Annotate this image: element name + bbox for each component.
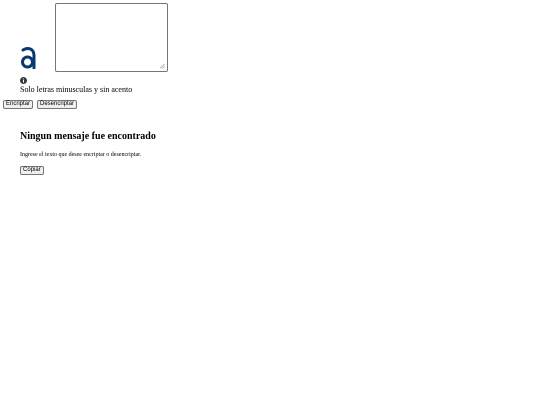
resize-grip-icon[interactable] xyxy=(159,63,165,69)
hint-text: Solo letras minusculas y sin acento xyxy=(20,85,133,94)
result-text: Ingrese el texto que desee encriptar o d… xyxy=(20,152,142,158)
message-textarea[interactable] xyxy=(55,3,168,72)
decrypt-button[interactable]: Desencriptar xyxy=(37,100,78,109)
info-icon xyxy=(20,77,27,84)
logo-a-icon xyxy=(21,47,36,69)
copy-button[interactable]: Copiar xyxy=(20,166,44,175)
encrypt-button[interactable]: Encriptar xyxy=(3,100,34,109)
page: Solo letras minusculas y sin acento Encr… xyxy=(0,0,540,405)
result-title: Ningun mensaje fue encontrado xyxy=(20,131,156,142)
